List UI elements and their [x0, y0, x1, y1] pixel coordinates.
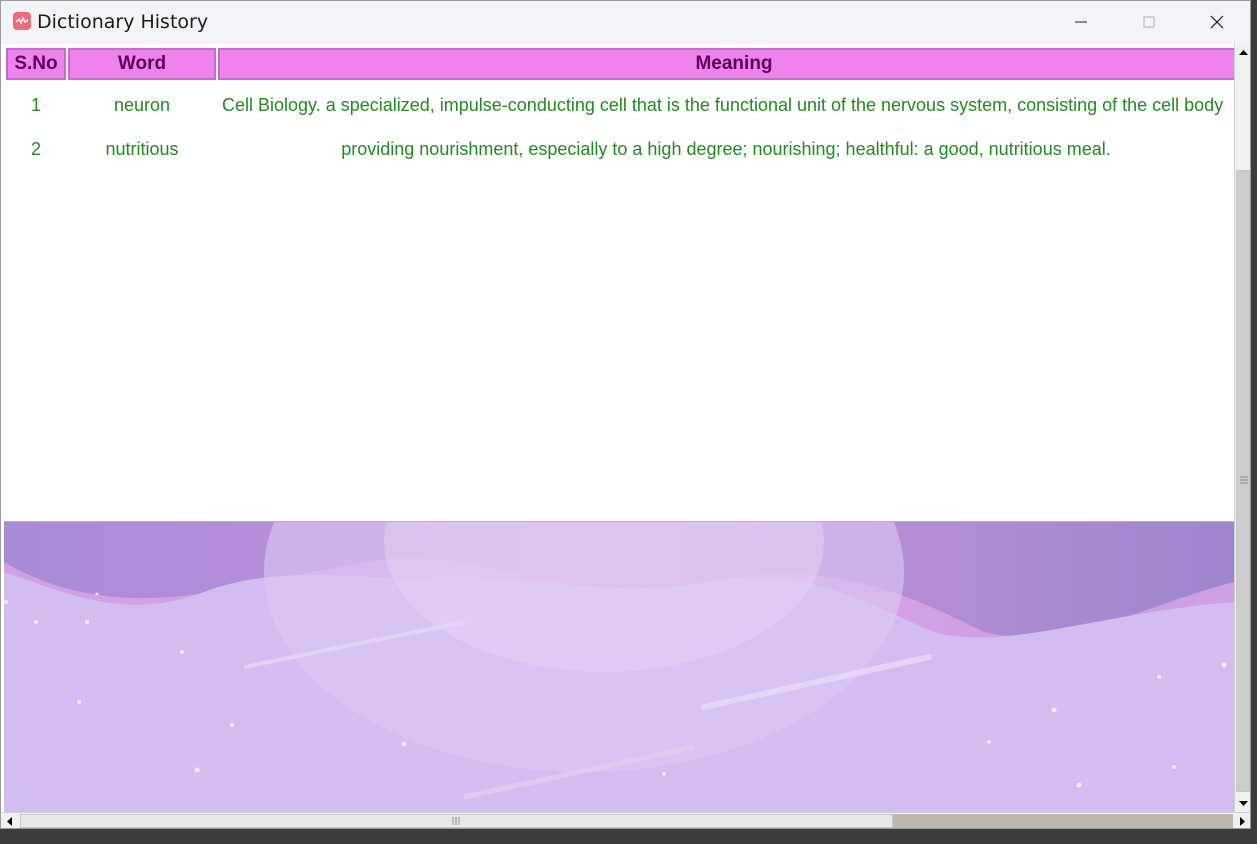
cell-word: nutritious — [105, 139, 179, 159]
window-title: Dictionary History — [37, 11, 209, 33]
maximize-icon — [1143, 16, 1155, 28]
vertical-scroll-thumb[interactable] — [1236, 170, 1250, 792]
title-bar[interactable]: Dictionary History — [1, 1, 1250, 44]
dictionary-history-window: Dictionary History S.No Word Meaning 1 n… — [0, 0, 1251, 829]
table-row[interactable]: 1 neuron Cell Biology. a specialized, im… — [4, 85, 1234, 125]
column-header-meaning[interactable]: Meaning — [218, 48, 1234, 80]
dictionary-app-icon — [13, 12, 31, 30]
table-row[interactable]: 2 nutritious providing nourishment, espe… — [4, 129, 1234, 169]
minimize-icon — [1075, 21, 1087, 23]
chevron-right-icon — [1240, 817, 1245, 826]
background-wave-art — [4, 521, 1234, 813]
chevron-left-icon — [7, 817, 12, 826]
grip-icon — [452, 817, 460, 825]
scroll-down-button[interactable] — [1235, 795, 1250, 812]
cell-meaning: providing nourishment, especially to a h… — [341, 139, 1111, 159]
minimize-button[interactable] — [1047, 1, 1115, 44]
cell-meaning: Cell Biology. a specialized, impulse-con… — [222, 95, 1224, 115]
chevron-down-icon — [1239, 801, 1248, 806]
cell-sno: 2 — [30, 139, 41, 159]
horizontal-scroll-track[interactable] — [893, 814, 1233, 828]
cell-word: neuron — [113, 95, 171, 115]
vertical-scrollbar[interactable] — [1234, 44, 1250, 812]
scroll-up-button[interactable] — [1235, 44, 1250, 61]
horizontal-scrollbar[interactable] — [1, 812, 1250, 828]
column-header-word[interactable]: Word — [68, 48, 216, 80]
history-table: S.No Word Meaning 1 neuron Cell Biology.… — [4, 46, 1234, 521]
grip-icon — [1240, 476, 1248, 484]
close-button[interactable] — [1183, 1, 1250, 44]
scroll-right-button[interactable] — [1234, 813, 1250, 828]
cell-sno: 1 — [30, 95, 41, 115]
column-header-sno[interactable]: S.No — [6, 48, 66, 80]
horizontal-scroll-thumb[interactable] — [20, 814, 893, 828]
close-icon — [1210, 15, 1224, 29]
scroll-left-button[interactable] — [1, 813, 18, 828]
maximize-button[interactable] — [1115, 1, 1183, 44]
chevron-up-icon — [1239, 50, 1248, 55]
